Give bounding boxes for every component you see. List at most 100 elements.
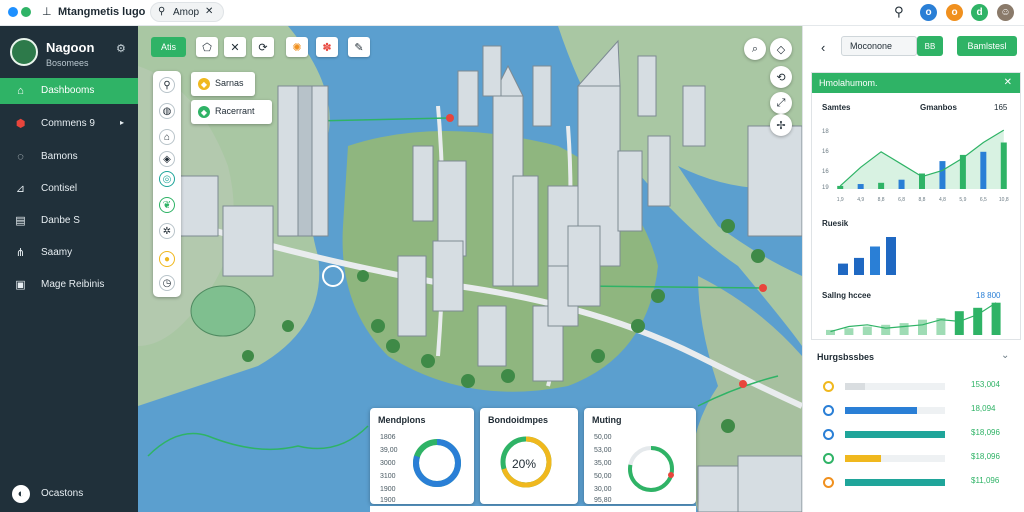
- search-tab[interactable]: ⚲ Amop ✕: [150, 2, 224, 22]
- chart-title: Samtes: [822, 103, 851, 112]
- home-icon: ⌂: [17, 84, 24, 97]
- leaf-icon[interactable]: ❦: [159, 197, 175, 213]
- list-value: 18,094: [971, 404, 996, 413]
- help-icon[interactable]: d: [971, 4, 988, 21]
- bar-mark: [870, 246, 880, 275]
- network-icon: ⋔: [15, 247, 26, 259]
- brand-dot-icon: [8, 7, 18, 17]
- chart-title: Ruesik: [822, 219, 849, 228]
- card-row-value: 30,00: [594, 486, 612, 493]
- building-icon[interactable]: ⌂: [159, 129, 175, 145]
- card-row-value: 1900: [380, 497, 396, 504]
- marker-icon[interactable]: ●: [159, 251, 175, 267]
- compass-icon[interactable]: ✢: [770, 114, 792, 136]
- bar-mark: [837, 185, 844, 189]
- sales-chart: 1,9 4,9 8,8 6,8 8,8 4,8 5,9 6,5 10,8: [837, 129, 1009, 203]
- sidebar-item-label: Ocastons: [41, 488, 84, 499]
- sidebar-item-label: Mage Reibinis: [41, 279, 105, 290]
- compass-icon[interactable]: ◎: [159, 171, 175, 187]
- x-tick: 6,8: [898, 197, 905, 203]
- y-tick: 16: [822, 169, 829, 175]
- list-item[interactable]: 153,004: [823, 376, 1013, 396]
- sidebar-item-settings[interactable]: ◐ Ocastons: [0, 482, 138, 506]
- trend-chart: [826, 302, 1001, 335]
- chevron-down-icon[interactable]: ⌄: [1001, 350, 1009, 361]
- list-item[interactable]: $18,096: [823, 424, 1013, 444]
- status-ring: [823, 453, 834, 464]
- close-icon[interactable]: ✕: [1004, 77, 1012, 88]
- wrench-icon[interactable]: ✎: [348, 37, 370, 57]
- alert-icon[interactable]: o: [946, 4, 963, 21]
- gear-icon[interactable]: ✽: [316, 37, 338, 57]
- search-icon[interactable]: ⚲: [894, 4, 904, 20]
- list-item[interactable]: $11,096: [823, 472, 1013, 492]
- status-ring: [823, 477, 834, 488]
- list-item[interactable]: 18,094: [823, 400, 1013, 420]
- bar-mark: [881, 324, 891, 335]
- x-tick: 1,9: [837, 197, 844, 203]
- close-icon[interactable]: ✕: [205, 6, 213, 17]
- notification-icon[interactable]: o: [920, 4, 937, 21]
- map-mode-button[interactable]: Atis: [151, 37, 186, 57]
- sidebar-item-danbe[interactable]: ▤ Danbe S: [0, 208, 138, 234]
- card-row-value: 3100: [380, 473, 396, 480]
- pin-icon[interactable]: ⚲: [159, 77, 175, 93]
- bar-mark: [838, 263, 848, 275]
- sync-icon[interactable]: ⟲: [770, 66, 792, 88]
- search-input[interactable]: Moconone: [841, 36, 917, 56]
- sun-icon[interactable]: ✺: [286, 37, 308, 57]
- power-icon: ◐: [12, 485, 30, 503]
- card-row-value: 35,00: [594, 460, 612, 467]
- avatar[interactable]: ☺: [997, 4, 1014, 21]
- bar-mark: [878, 182, 885, 189]
- search-icon: ⚲: [158, 6, 166, 17]
- stat-card-muting[interactable]: Muting 50,00 53,00 35,00 50,00 30,00 95,…: [584, 408, 696, 504]
- app-title: Mtangmetis lugo: [58, 6, 146, 18]
- list-value: $18,096: [971, 428, 1000, 437]
- sidebar-item-reports[interactable]: ▣ Mage Reibinis: [0, 272, 138, 298]
- draw-icon[interactable]: ◇: [770, 38, 792, 60]
- city-map[interactable]: Atis ⬠ ✕ ⟳ ✺ ✽ ✎ ⚲ ◍ ⌂ ◈ ◎ ❦ ✲ ● ◷ ◆ Sar…: [138, 26, 802, 512]
- expand-icon[interactable]: ⤢: [770, 92, 792, 114]
- map-label-pill[interactable]: ◆ Sarnas: [191, 72, 255, 96]
- sidebar-item-label: Contisel: [41, 183, 78, 194]
- gear-icon[interactable]: ✲: [159, 223, 175, 239]
- pentagon-tool-icon[interactable]: ⬠: [196, 37, 218, 57]
- stat-card-bondoidmpes[interactable]: Bondoidmpes 20%: [480, 408, 578, 504]
- bar-mark: [980, 151, 987, 189]
- status-ring: [823, 429, 834, 440]
- card-title: Muting: [592, 415, 622, 425]
- map-label-pill[interactable]: ◆ Racerrant: [191, 100, 272, 124]
- donut-chart: [413, 439, 461, 487]
- bar-mark: [886, 237, 896, 275]
- refresh-icon[interactable]: ⟳: [252, 37, 274, 57]
- card-row-value: 3000: [380, 460, 396, 467]
- globe-icon[interactable]: ◍: [159, 103, 175, 119]
- collapse-icon[interactable]: ⚙: [116, 42, 126, 55]
- layers-icon[interactable]: ◈: [159, 151, 175, 167]
- list-value: 153,004: [971, 380, 1000, 389]
- progress-track: [845, 407, 945, 414]
- y-tick: 18: [822, 129, 829, 135]
- grid-view-button[interactable]: BB: [917, 36, 943, 56]
- progress-fill: [845, 407, 917, 414]
- back-arrow-icon[interactable]: ‹: [821, 40, 825, 55]
- clock-icon[interactable]: ◷: [159, 275, 175, 291]
- x-tick: 4,9: [857, 197, 864, 203]
- sidebar-item-saamy[interactable]: ⋔ Saamy: [0, 240, 138, 266]
- sidebar-item-commens[interactable]: ⬢ Commens 9 ▸: [0, 111, 138, 137]
- bar-mark: [862, 326, 872, 335]
- stat-card-mendplons[interactable]: Mendplons 1806 39,00 3000 3100 1900 1900: [370, 408, 474, 504]
- chart-right-label: 165: [994, 103, 1008, 112]
- crosshair-icon[interactable]: ✕: [224, 37, 246, 57]
- bar-mark: [844, 328, 854, 335]
- list-item[interactable]: $18,096: [823, 448, 1013, 468]
- sidebar-item-contisel[interactable]: ⊿ Contisel: [0, 176, 138, 202]
- sidebar-item-dashboard[interactable]: ⌂ Dashbooms: [0, 78, 138, 104]
- export-button[interactable]: Bamlstesl: [957, 36, 1017, 56]
- chart-icon: ⊥: [42, 6, 52, 18]
- sidebar-item-bamons[interactable]: ◌ Bamons: [0, 144, 138, 170]
- result-bar-chart: [838, 237, 896, 275]
- zoom-icon[interactable]: ⌕: [744, 38, 766, 60]
- card-title: Mendplons: [378, 415, 426, 425]
